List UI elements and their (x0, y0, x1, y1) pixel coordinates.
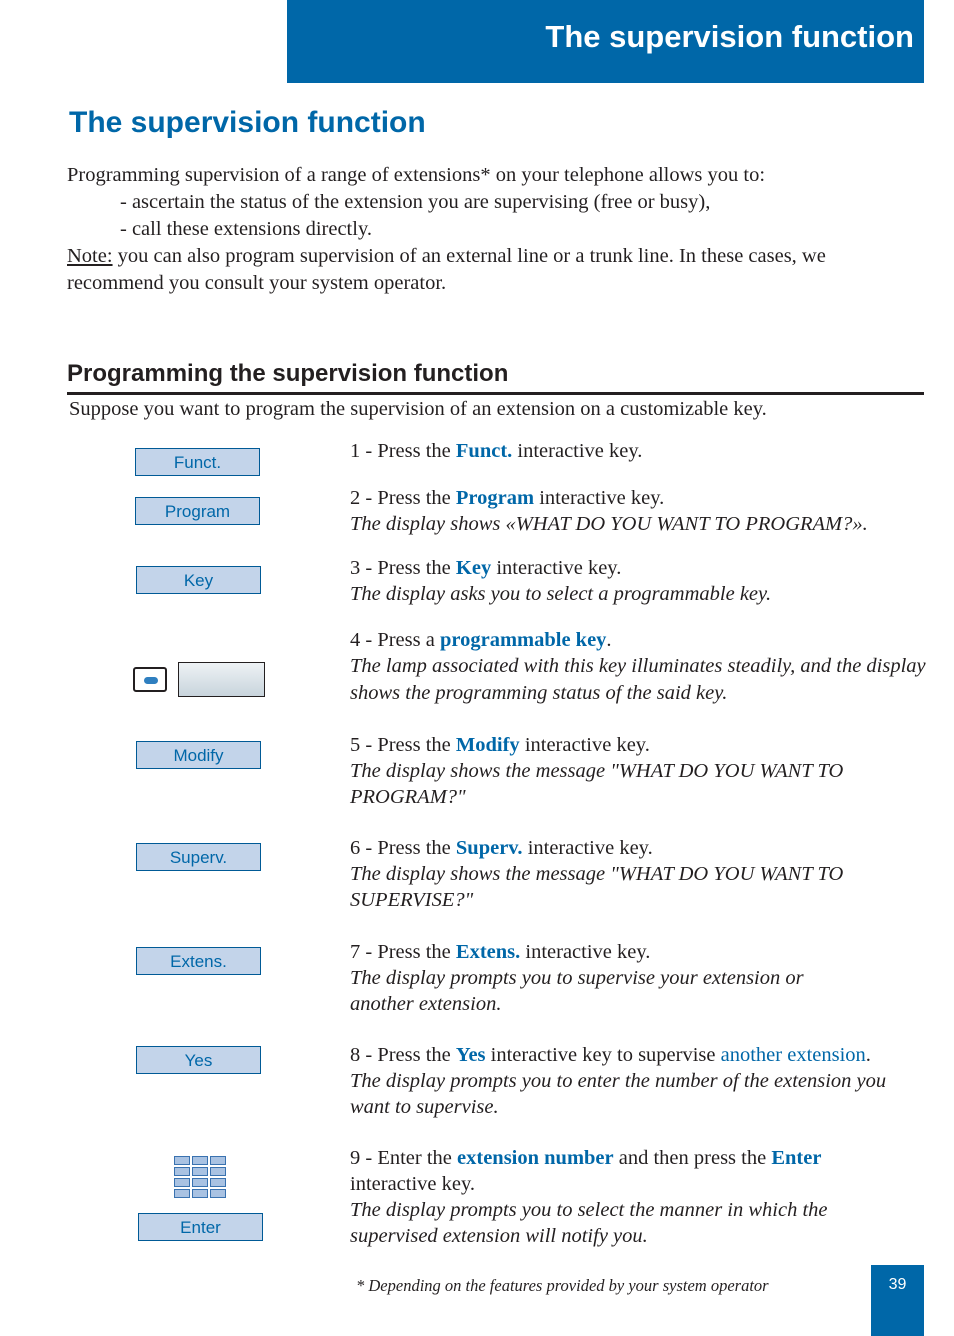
lamp-icon (133, 667, 167, 692)
step-6: 6 - Press the Superv. interactive key. Th… (350, 837, 844, 911)
step-5: 5 - Press the Modify interactive key. The… (350, 734, 844, 808)
step-1: 1 - Press the Funct. interactive key. (350, 440, 643, 462)
header-bar: The supervision function (287, 0, 924, 83)
intro-line: Programming supervision of a range of ex… (67, 164, 766, 186)
yes-key[interactable]: Yes (136, 1046, 261, 1074)
enter-key[interactable]: Enter (138, 1213, 263, 1241)
superv-key[interactable]: Superv. (136, 843, 261, 871)
funct-key[interactable]: Funct. (135, 448, 260, 476)
step-4: 4 - Press a programmable key. The lamp as… (350, 629, 926, 704)
note-label: Note: (67, 245, 113, 267)
footnote: * Depending on the features provided by … (356, 1276, 769, 1295)
step-3: 3 - Press the Key interactive key. The di… (350, 557, 772, 605)
programmable-key[interactable] (178, 662, 265, 697)
section-divider (67, 392, 924, 395)
program-key[interactable]: Program (135, 497, 260, 525)
intro-note: Note: you can also program supervision o… (67, 243, 927, 297)
section-lead: Suppose you want to program the supervis… (69, 398, 767, 420)
step-8: 8 - Press the Yes interactive key to sup… (350, 1044, 887, 1118)
modify-key[interactable]: Modify (136, 741, 261, 769)
page-title: The supervision function (69, 106, 426, 139)
keypad-icon (174, 1156, 228, 1198)
intro-text: Programming supervision of a range of ex… (67, 162, 927, 297)
extens-key[interactable]: Extens. (136, 947, 261, 975)
step-2: 2 - Press the Program interactive key. Th… (350, 487, 868, 535)
intro-bullet: - call these extensions directly. (120, 218, 372, 240)
intro-bullet: - ascertain the status of the extension … (120, 191, 711, 213)
header-title: The supervision function (545, 19, 914, 54)
key-key[interactable]: Key (136, 566, 261, 594)
page-number: 39 (871, 1265, 924, 1336)
note-text: you can also program supervision of an e… (67, 245, 826, 294)
step-9: 9 - Enter the extension number and then … (350, 1147, 828, 1247)
section-title: Programming the supervision function (67, 360, 509, 387)
step-7: 7 - Press the Extens. interactive key. Th… (350, 941, 804, 1015)
